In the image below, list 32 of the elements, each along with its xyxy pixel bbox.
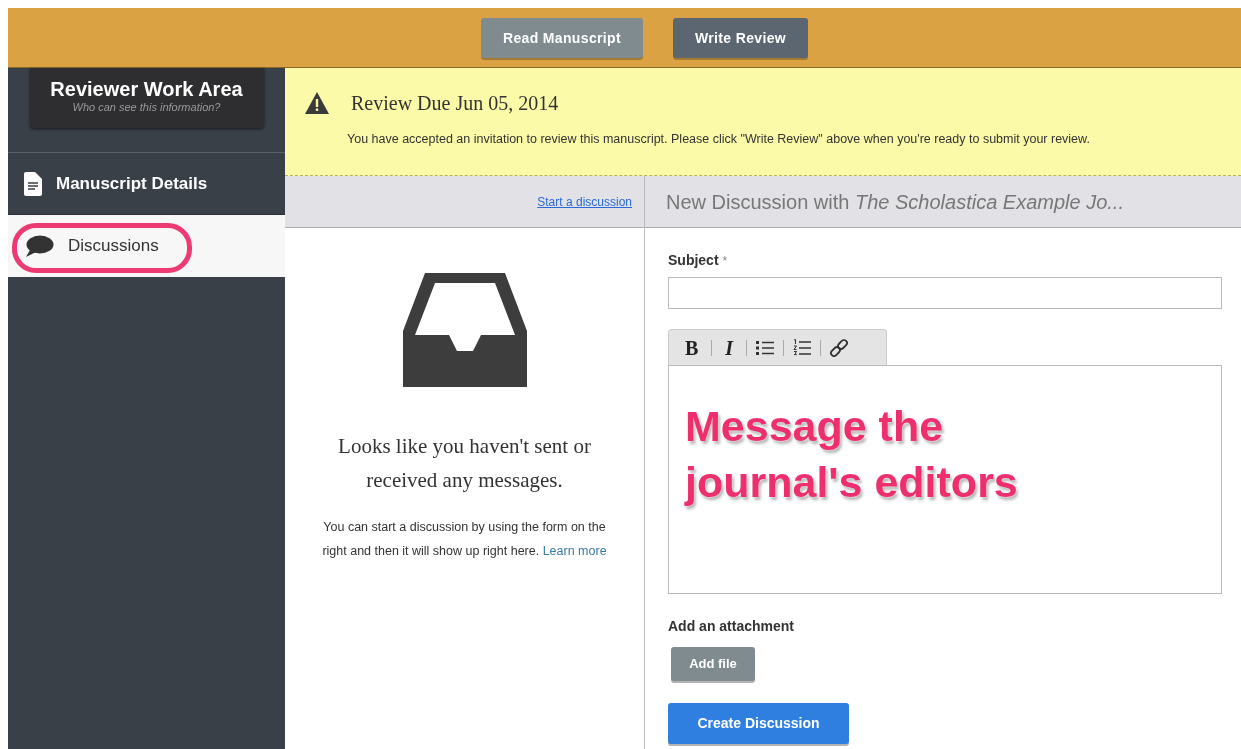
work-area-title: Reviewer Work Area [50, 78, 243, 100]
sidebar-label: Discussions [68, 235, 159, 258]
speech-bubble-icon [24, 235, 54, 257]
link-icon[interactable] [830, 338, 849, 357]
subject-field[interactable] [668, 277, 1222, 309]
italic-button[interactable]: I [721, 332, 738, 363]
annotation-text: Message the journal's editors [685, 401, 1019, 508]
inbox-tray-icon [402, 273, 527, 387]
numbered-list-icon[interactable] [793, 338, 812, 357]
sidebar-item[interactable]: Discussions [8, 215, 285, 277]
bold-button[interactable]: B [681, 332, 703, 363]
message-field[interactable]: Message the journal's editors [668, 365, 1222, 594]
required-mark: * [722, 253, 728, 270]
create-discussion-button[interactable]: Create Discussion [668, 703, 849, 744]
new-discussion-title: New Discussion with The Scholastica Example Jo... [666, 189, 1124, 215]
learn-more-link[interactable]: Learn more [542, 544, 607, 558]
empty-state-text: You can start a discussion by using the form on the right and then it will show up right here. Learn more [321, 519, 608, 560]
empty-state-title: Looks like you haven't sent or received any messages. [337, 433, 592, 494]
nav-button[interactable]: Read Manuscript [480, 18, 643, 58]
subject-label: Subject [668, 251, 719, 270]
bulleted-list-icon[interactable] [756, 339, 775, 356]
work-area-header[interactable]: Reviewer Work Area Who can see this information? [29, 68, 264, 128]
sidebar-label: Manuscript Details [56, 172, 208, 195]
notice-title: Review Due Jun 05, 2014 [351, 91, 559, 116]
nav-button[interactable]: Write Review [673, 18, 809, 58]
start-discussion-link[interactable]: Start a discussion [537, 192, 632, 211]
notice-text: You have accepted an invitation to review this manuscript. Please click "Write Review" above when you're ready to submit your review. [347, 131, 1091, 148]
document-icon [24, 171, 42, 196]
attachment-label: Add an attachment [668, 617, 795, 636]
work-area-subtitle: Who can see this information? [72, 100, 221, 114]
add-file-button[interactable]: Add file [671, 647, 755, 681]
warning-icon [305, 92, 329, 114]
